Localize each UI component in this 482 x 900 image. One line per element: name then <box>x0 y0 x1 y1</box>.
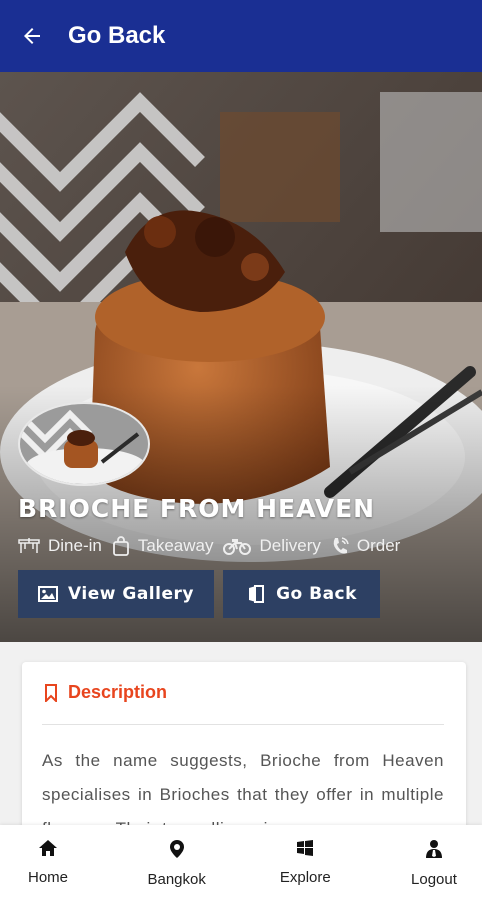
windows-icon <box>297 840 314 856</box>
bottom-navigation: Home Bangkok Explore Logout <box>0 825 482 900</box>
map-pin-icon <box>169 840 184 858</box>
nav-label: Explore <box>279 869 331 886</box>
view-gallery-button[interactable]: View Gallery <box>18 570 214 618</box>
nav-item-explore[interactable]: Explore <box>257 825 353 900</box>
service-label: Dine-in <box>48 536 102 555</box>
restaurant-thumbnail <box>18 402 150 486</box>
service-label: Takeaway <box>137 536 214 555</box>
description-header: Description <box>44 682 167 703</box>
go-back-button[interactable]: Go Back <box>223 570 380 618</box>
service-label: Delivery <box>259 536 321 555</box>
description-title: Description <box>68 682 168 702</box>
nav-label: Bangkok <box>147 871 206 888</box>
service-order: Order <box>331 536 400 556</box>
motorcycle-icon <box>223 539 252 555</box>
view-gallery-label: View Gallery <box>68 584 194 604</box>
nav-label: Logout <box>411 871 457 888</box>
phone-icon <box>333 537 349 554</box>
service-takeaway: Takeaway <box>112 536 214 556</box>
nav-item-bangkok[interactable]: Bangkok <box>129 825 225 900</box>
arrow-left-icon[interactable] <box>0 0 64 72</box>
hero-image: BRIOCHE FROM HEAVEN Dine-in Takeaway Del… <box>0 72 482 642</box>
nav-item-logout[interactable]: Logout <box>386 825 482 900</box>
service-delivery: Delivery <box>223 536 321 556</box>
service-options: Dine-in Takeaway Delivery Order <box>18 536 410 556</box>
service-dine-in: Dine-in <box>18 536 102 556</box>
user-icon <box>425 840 442 858</box>
go-back-label: Go Back <box>276 584 357 604</box>
top-app-bar: Go Back <box>0 0 482 72</box>
service-label: Order <box>356 536 401 555</box>
restaurant-name: BRIOCHE FROM HEAVEN <box>18 494 376 523</box>
page-title[interactable]: Go Back <box>68 22 165 50</box>
divider <box>42 724 444 725</box>
shopping-bag-icon <box>112 536 129 556</box>
image-icon <box>38 586 59 602</box>
bookmark-icon <box>45 683 57 702</box>
nav-label: Home <box>27 869 68 886</box>
brioche-photo <box>0 72 482 642</box>
nav-item-home[interactable]: Home <box>0 825 96 900</box>
dining-icon <box>18 538 40 553</box>
door-exit-icon <box>249 585 265 603</box>
home-icon <box>39 840 57 856</box>
